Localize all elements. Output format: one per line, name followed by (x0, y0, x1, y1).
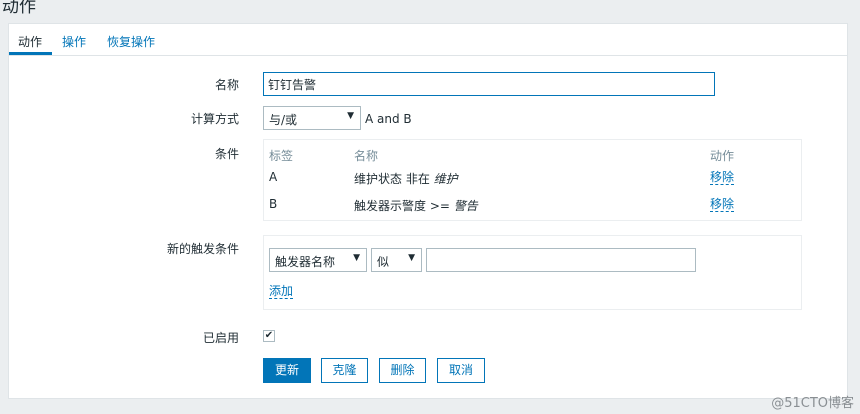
conditions-table: 标签 名称 动作 A 维护状态 非在 维护 移除 B 触发器示警度 >= 警告 … (263, 139, 802, 221)
condition-row-a-label: A (269, 170, 278, 184)
tab-recovery-operations[interactable]: 恢复操作 (107, 33, 155, 50)
tab-bar: 动作 操作 恢复操作 (9, 24, 847, 56)
chevron-down-icon: ▼ (347, 111, 354, 121)
chevron-down-icon: ▼ (353, 253, 360, 263)
name-label: 名称 (214, 78, 239, 92)
enabled-label: 已启用 (202, 331, 239, 345)
calculation-select[interactable]: 与/或 ▼ (263, 106, 361, 130)
condition-value-input[interactable] (426, 248, 696, 272)
calculation-expression: A and B (365, 112, 412, 126)
name-input[interactable] (263, 72, 715, 96)
conditions-header-label: 标签 (269, 149, 294, 163)
new-condition-box: 触发器名称 ▼ 似 ▼ 添加 (263, 235, 802, 310)
checkmark-icon: ✔ (264, 330, 274, 341)
enabled-checkbox[interactable]: ✔ (263, 330, 275, 342)
watermark: @51CTO博客 (771, 396, 854, 411)
page-title: 动作 (2, 0, 36, 16)
update-button[interactable]: 更新 (263, 358, 311, 383)
chevron-down-icon: ▼ (408, 253, 415, 263)
page-header: 动作 (0, 0, 860, 16)
condition-operator-value: 似 (377, 255, 390, 269)
condition-row-b-label: B (269, 197, 278, 211)
cancel-button[interactable]: 取消 (437, 358, 485, 383)
condition-row-b-name: 触发器示警度 >= 警告 (354, 197, 478, 214)
active-tab-indicator (9, 52, 52, 55)
condition-row-b-value: 警告 (453, 199, 478, 213)
condition-row-b-prefix: 触发器示警度 >= (354, 199, 454, 213)
delete-button[interactable]: 删除 (379, 358, 426, 383)
conditions-header-action: 动作 (710, 149, 735, 163)
new-condition-label: 新的触发条件 (166, 242, 239, 256)
add-condition-link[interactable]: 添加 (269, 284, 294, 299)
action-form-panel: 动作 操作 恢复操作 名称 计算方式 与/或 ▼ A and B 条件 标签 名… (8, 23, 848, 399)
tab-action[interactable]: 动作 (18, 33, 42, 50)
condition-row-a-name: 维护状态 非在 维护 (354, 170, 458, 187)
calculation-label: 计算方式 (190, 112, 239, 126)
condition-row-a-prefix: 维护状态 非在 (354, 172, 434, 186)
conditions-label: 条件 (214, 147, 239, 161)
remove-condition-b-link[interactable]: 移除 (710, 197, 735, 212)
conditions-header-name: 名称 (354, 149, 379, 163)
condition-operator-select[interactable]: 似 ▼ (371, 248, 422, 272)
condition-type-value: 触发器名称 (275, 255, 336, 269)
remove-condition-a-link[interactable]: 移除 (710, 170, 735, 185)
condition-row-a-value: 维护 (433, 172, 458, 186)
condition-type-select[interactable]: 触发器名称 ▼ (269, 248, 367, 272)
clone-button[interactable]: 克隆 (321, 358, 368, 383)
tab-operations[interactable]: 操作 (62, 33, 86, 50)
calculation-select-value: 与/或 (269, 113, 298, 127)
